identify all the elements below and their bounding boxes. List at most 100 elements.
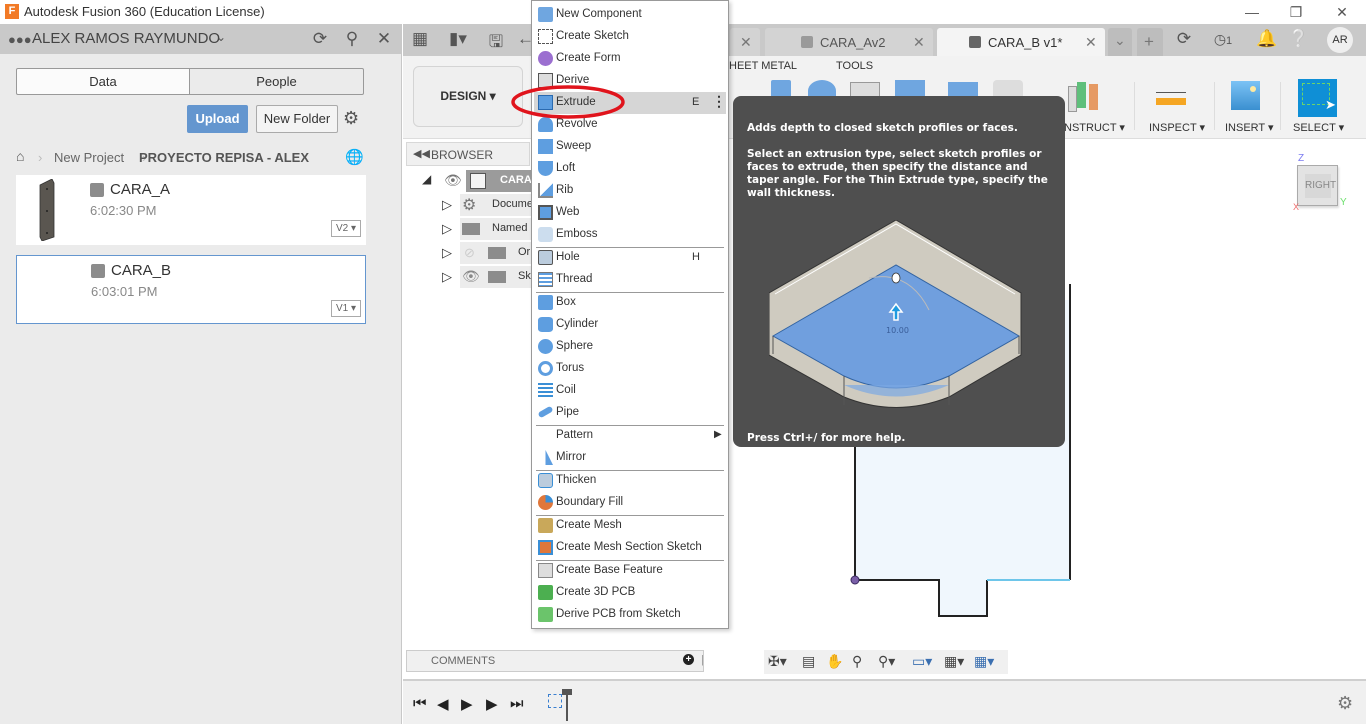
select-menu[interactable]: SELECT ▾	[1293, 121, 1344, 134]
expand-triangle-icon[interactable]: ▷	[442, 221, 452, 237]
browser-header[interactable]: ◀◀ BROWSER	[406, 142, 530, 166]
select-window-icon[interactable]: ➤	[1298, 79, 1337, 117]
menu-item-create-mesh-section-sketch[interactable]: Create Mesh Section Sketch	[534, 537, 726, 559]
refresh-icon[interactable]: ⟳	[309, 29, 331, 49]
inspect-menu[interactable]: INSPECT ▾	[1149, 121, 1205, 134]
notifications-bell-icon[interactable]: 🔔	[1256, 29, 1277, 49]
close-window-button[interactable]: ✕	[1330, 2, 1354, 22]
menu-item-coil[interactable]: Coil	[534, 380, 726, 402]
restore-button[interactable]: ❐	[1284, 2, 1308, 22]
tab-data[interactable]: Data	[16, 68, 190, 95]
sketch-timeline-feature[interactable]	[548, 694, 562, 708]
menu-item-cylinder[interactable]: Cylinder	[534, 314, 726, 336]
menu-item-torus[interactable]: Torus	[534, 358, 726, 380]
close-tab-icon[interactable]: ✕	[1085, 34, 1097, 51]
go-to-start-icon[interactable]: ⏮	[413, 695, 427, 712]
tab-cara-a[interactable]: CARA_Av2 ✕	[765, 28, 933, 56]
globe-visibility-icon[interactable]: 🌐	[345, 148, 364, 166]
construct-menu[interactable]: NSTRUCT ▾	[1064, 121, 1125, 134]
settings-gear-icon[interactable]: ⚙	[343, 108, 359, 129]
collapse-triangle-icon[interactable]: ◢	[422, 172, 431, 186]
menu-item-web[interactable]: Web	[534, 202, 726, 224]
browser-item-named-views[interactable]: ▷ Named	[442, 218, 532, 240]
construct-plane-icon[interactable]	[1068, 80, 1100, 112]
hidden-eye-icon[interactable]: ⊘	[464, 245, 475, 261]
browser-item-sketches[interactable]: ▷ 👁 Sk	[442, 266, 532, 288]
tab-sheet-metal[interactable]: HEET METAL	[729, 60, 797, 72]
insert-menu[interactable]: INSERT ▾	[1225, 121, 1274, 134]
pan-hand-icon[interactable]: ✋	[826, 653, 843, 670]
timeline-settings-gear-icon[interactable]: ⚙	[1337, 693, 1353, 714]
menu-item-mirror[interactable]: Mirror	[534, 447, 726, 469]
step-back-icon[interactable]: ◀	[437, 695, 449, 713]
workspace-switcher[interactable]: DESIGN ▾	[413, 66, 523, 127]
comments-panel[interactable]: COMMENTS + |	[406, 650, 704, 672]
menu-item-extrude[interactable]: Extrude E ⋮	[534, 92, 726, 114]
menu-item-sphere[interactable]: Sphere	[534, 336, 726, 358]
go-to-end-icon[interactable]: ⏭	[510, 695, 524, 712]
fit-window-icon[interactable]: ⚲▾	[878, 653, 895, 670]
help-icon[interactable]: ❔	[1288, 29, 1310, 49]
file-menu-icon[interactable]: ▮▾	[443, 29, 473, 49]
visibility-eye-icon[interactable]: 👁	[462, 268, 480, 285]
menu-item-create-sketch[interactable]: Create Sketch	[534, 26, 726, 48]
search-icon[interactable]: ⚲	[341, 29, 363, 49]
menu-item-box[interactable]: Box	[534, 292, 726, 314]
more-options-icon[interactable]: ⋮	[712, 93, 726, 110]
menu-item-emboss[interactable]: Emboss	[534, 224, 726, 246]
undo-icon[interactable]: ←	[517, 29, 534, 49]
menu-item-create-3d-pcb[interactable]: Create 3D PCB	[534, 582, 726, 604]
tab-previous-doc[interactable]: ✕	[730, 28, 760, 56]
orbit-icon[interactable]: ✠▾	[768, 653, 787, 670]
viewcube[interactable]: RIGHT	[1297, 165, 1338, 206]
user-avatar[interactable]: AR	[1327, 27, 1353, 53]
expand-triangle-icon[interactable]: ▷	[442, 197, 452, 213]
new-tab-button[interactable]: +	[1137, 28, 1163, 56]
close-panel-icon[interactable]: ✕	[373, 29, 395, 49]
extensions-icon[interactable]: ⟳	[1173, 29, 1195, 49]
expand-triangle-icon[interactable]: ▷	[442, 245, 452, 261]
save-icon[interactable]: 🖫	[485, 29, 507, 58]
viewports-icon[interactable]: ▦▾	[974, 653, 994, 670]
user-team-name[interactable]: ALEX RAMOS RAYMUNDO	[32, 30, 220, 47]
menu-item-loft[interactable]: Loft	[534, 158, 726, 180]
grid-settings-icon[interactable]: ▦▾	[944, 653, 964, 670]
upload-button[interactable]: Upload	[187, 105, 248, 133]
collapse-browser-icon[interactable]: ◀◀	[413, 147, 430, 160]
panel-resize-handle[interactable]: |	[701, 654, 704, 666]
chevron-down-icon[interactable]: ⌄	[216, 30, 226, 44]
menu-item-hole[interactable]: Hole H	[534, 247, 726, 269]
breadcrumb-new-project[interactable]: New Project	[54, 150, 124, 165]
menu-item-pipe[interactable]: Pipe	[534, 402, 726, 424]
step-forward-icon[interactable]: ▶	[486, 695, 498, 713]
job-status-icon[interactable]: ◷1	[1207, 31, 1239, 48]
menu-item-boundary-fill[interactable]: Boundary Fill	[534, 492, 726, 514]
tab-list-dropdown[interactable]: ⌄	[1108, 28, 1132, 56]
menu-item-pattern[interactable]: Pattern ▶	[534, 425, 726, 447]
display-settings-icon[interactable]: ▭▾	[912, 653, 932, 670]
browser-root-node[interactable]: ◢ 👁 CARA	[422, 170, 532, 192]
menu-item-rib[interactable]: Rib	[534, 180, 726, 202]
close-tab-icon[interactable]: ✕	[740, 34, 752, 51]
menu-item-sweep[interactable]: Sweep	[534, 136, 726, 158]
app-grid-icon[interactable]: ▦	[409, 29, 431, 49]
version-dropdown[interactable]: V2 ▾	[331, 220, 361, 237]
viewcube-face-right[interactable]: RIGHT	[1305, 174, 1336, 198]
menu-item-create-base-feature[interactable]: Create Base Feature	[534, 560, 726, 582]
version-dropdown[interactable]: V1 ▾	[331, 300, 361, 317]
add-comment-icon[interactable]: +	[683, 654, 694, 665]
tab-tools[interactable]: TOOLS	[836, 60, 873, 72]
expand-triangle-icon[interactable]: ▷	[442, 269, 452, 285]
insert-image-icon[interactable]	[1231, 81, 1260, 110]
menu-item-create-form[interactable]: Create Form	[534, 48, 726, 70]
measure-ruler-icon[interactable]	[1156, 88, 1186, 108]
tab-cara-b[interactable]: CARA_B v1* ✕	[937, 28, 1105, 56]
timeline-marker-handle[interactable]	[562, 689, 572, 695]
menu-item-revolve[interactable]: Revolve	[534, 114, 726, 136]
menu-item-derive[interactable]: Derive	[534, 70, 726, 92]
menu-item-new-component[interactable]: New Component	[534, 4, 726, 26]
home-icon[interactable]: ⌂	[16, 148, 24, 164]
menu-item-create-mesh[interactable]: Create Mesh	[534, 515, 726, 537]
new-folder-button[interactable]: New Folder	[256, 105, 338, 133]
menu-item-derive-pcb-from-sketch[interactable]: Derive PCB from Sketch	[534, 604, 726, 626]
